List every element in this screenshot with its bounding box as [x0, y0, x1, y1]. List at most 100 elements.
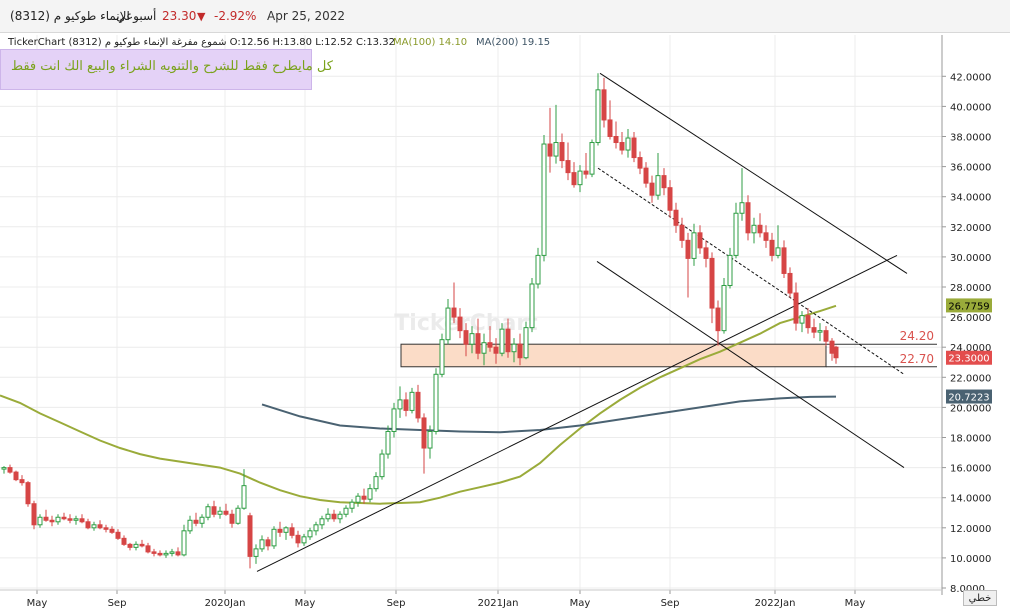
candle-body: [175, 551, 181, 556]
candle-body: [361, 495, 367, 500]
candle-body: [769, 239, 775, 256]
symbol-name: الإنماء طوكيو م (8312): [10, 9, 130, 23]
candle-body: [103, 527, 109, 530]
ma100-legend: MA(100) 14.10: [393, 37, 468, 48]
candle-body: [535, 254, 541, 285]
candle-body: [367, 488, 373, 500]
candle-body: [517, 343, 523, 359]
candle-body: [763, 232, 769, 241]
candle-body: [421, 417, 427, 449]
candle-body: [55, 516, 61, 523]
candle-body: [565, 160, 571, 174]
candle-body: [205, 506, 211, 518]
candle-body: [325, 513, 331, 520]
y-tick-label: 12.0000: [950, 524, 991, 535]
candle-body: [415, 391, 421, 419]
candle-body: [685, 239, 691, 259]
price-chart[interactable]: 8.000010.000012.000014.000016.000018.000…: [0, 32, 1010, 612]
candle-body: [721, 284, 727, 332]
candle-body: [481, 342, 487, 354]
last-price-tag: 23.3000: [948, 354, 989, 365]
candle-body: [331, 513, 337, 520]
candle-body: [499, 328, 505, 354]
candle-body: [709, 257, 715, 309]
candle-body: [235, 507, 241, 524]
candle-body: [127, 543, 133, 548]
candle-body: [439, 339, 445, 375]
y-tick-label: 34.0000: [950, 193, 991, 204]
y-tick-label: 42.0000: [950, 72, 991, 83]
last-price: 23.30: [162, 9, 197, 23]
candle-body: [31, 503, 37, 526]
candle-body: [337, 513, 343, 520]
candle-body: [817, 330, 823, 333]
candle-body: [469, 333, 475, 345]
candle-body: [631, 137, 637, 159]
candle-body: [619, 142, 625, 151]
candle-body: [787, 272, 793, 294]
candle-body: [409, 391, 415, 411]
x-tick-label: 2022Jan: [755, 598, 796, 609]
annotation-note[interactable]: كل مايطرح فقط للشرح والتنويه الشراء والب…: [0, 49, 333, 90]
y-tick-label: 10.0000: [950, 554, 991, 565]
candle-body: [211, 506, 217, 515]
line-type-button[interactable]: خطي: [963, 590, 997, 606]
candle-body: [457, 316, 463, 332]
candle-body: [529, 283, 535, 329]
candle-body: [433, 373, 439, 432]
candle-body: [37, 516, 43, 526]
candle-body: [727, 254, 733, 286]
y-tick-label: 32.0000: [950, 223, 991, 234]
candle-body: [169, 551, 175, 554]
candle-body: [355, 495, 361, 503]
candle-body: [661, 175, 667, 189]
candle-body: [445, 307, 451, 341]
y-tick-label: 22.0000: [950, 373, 991, 384]
candle-body: [97, 524, 103, 529]
candle-body: [673, 209, 679, 226]
candle-body: [307, 530, 313, 538]
candle-body: [703, 247, 709, 259]
candle-body: [553, 142, 559, 157]
candle-body: [715, 307, 721, 332]
candle-body: [799, 315, 805, 324]
down-arrow-icon: ▼: [197, 10, 206, 23]
candle-body: [271, 528, 277, 547]
candle-body: [265, 539, 271, 547]
candle-body: [259, 539, 265, 550]
candle-body: [163, 552, 169, 556]
x-tick-label: Sep: [661, 598, 680, 609]
candle-body: [745, 202, 751, 234]
candle-body: [427, 430, 433, 449]
candle-body: [217, 510, 223, 515]
candle-body: [49, 519, 55, 523]
candle-body: [811, 327, 817, 333]
y-tick-label: 18.0000: [950, 434, 991, 445]
candle-body: [157, 552, 163, 556]
chart-info-line: TickerChart شموع مفرغة الإنماء طوكيو م (…: [8, 37, 395, 48]
candle-body: [559, 142, 565, 162]
candle-body: [73, 518, 79, 521]
candle-body: [667, 187, 673, 211]
candle-body: [247, 515, 253, 557]
candle-body: [493, 346, 499, 354]
zone-high-label: 24.20: [900, 329, 934, 343]
candle-body: [739, 202, 745, 214]
candle-body: [637, 157, 643, 169]
candle-body: [199, 516, 205, 524]
candle-body: [319, 518, 325, 526]
candle-body: [547, 143, 553, 157]
candle-body: [109, 528, 115, 533]
y-tick-label: 38.0000: [950, 133, 991, 144]
x-tick-label: 2021Jan: [478, 598, 519, 609]
candle-body: [571, 172, 577, 186]
candle-body: [79, 518, 85, 523]
candle-body: [613, 136, 619, 144]
candle-body: [829, 340, 835, 354]
candle-body: [43, 516, 49, 521]
period-label[interactable]: أسبوعي: [116, 9, 156, 23]
x-tick-label: 2020Jan: [205, 598, 246, 609]
candle-body: [463, 330, 469, 345]
candle-body: [85, 521, 91, 529]
candle-body: [145, 545, 151, 553]
